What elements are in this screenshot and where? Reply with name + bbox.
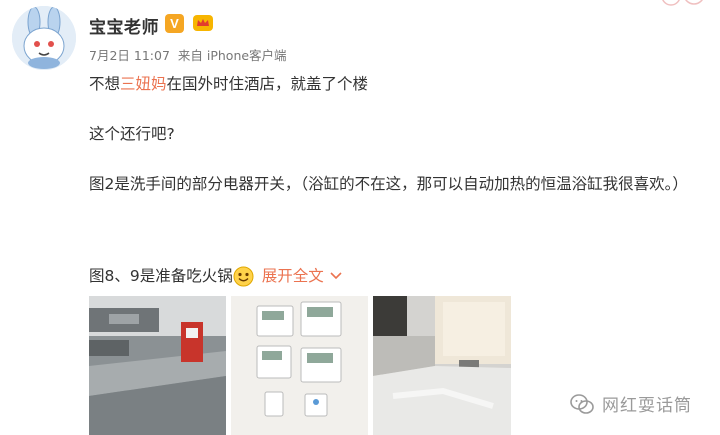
control-panels-photo <box>231 296 368 435</box>
post-image-1[interactable] <box>89 296 226 435</box>
wechat-icon <box>570 393 594 414</box>
rooftop-photo <box>89 296 226 435</box>
empty-room-photo <box>373 296 511 435</box>
post-line-2: 这个还行吧? <box>89 125 175 143</box>
bunny-avatar-icon <box>12 6 76 70</box>
decoration-icon <box>662 0 703 6</box>
post-meta: 7月2日 11:07 来自 iPhone客户端 <box>89 45 291 64</box>
post-line-3: 图2是洗手间的部分电器开关，（浴缸的不在这，那可以自动加热的恒温浴缸我很喜欢。） <box>89 175 688 193</box>
member-crown-icon[interactable] <box>192 13 214 33</box>
avatar[interactable] <box>12 6 76 70</box>
watermark: 网红耍话筒 <box>570 391 692 416</box>
post-text: 不想三妞妈在国外时住酒店，就盖了个楼 这个还行吧? 图2是洗手间的部分电器开关，… <box>89 72 699 197</box>
post-line-1: 不想三妞妈在国外时住酒店，就盖了个楼 <box>89 75 369 93</box>
username[interactable]: 宝宝老师 <box>89 13 159 38</box>
chevron-down-icon[interactable] <box>330 272 342 280</box>
smile-emoji-icon <box>233 266 254 286</box>
post-image-2[interactable] <box>231 296 368 435</box>
expand-text-link[interactable]: 展开全文 <box>262 265 324 287</box>
watermark-text: 网红耍话筒 <box>602 396 692 416</box>
verified-v-icon: V <box>165 14 184 33</box>
post-image-3[interactable] <box>373 296 511 435</box>
post-line-4: 图8、9是准备吃火锅 展开全文 <box>89 265 342 287</box>
post-date[interactable]: 7月2日 11:07 <box>89 48 170 63</box>
mention-link[interactable]: 三妞妈 <box>120 75 167 93</box>
post-source[interactable]: 来自 iPhone客户端 <box>178 48 287 63</box>
